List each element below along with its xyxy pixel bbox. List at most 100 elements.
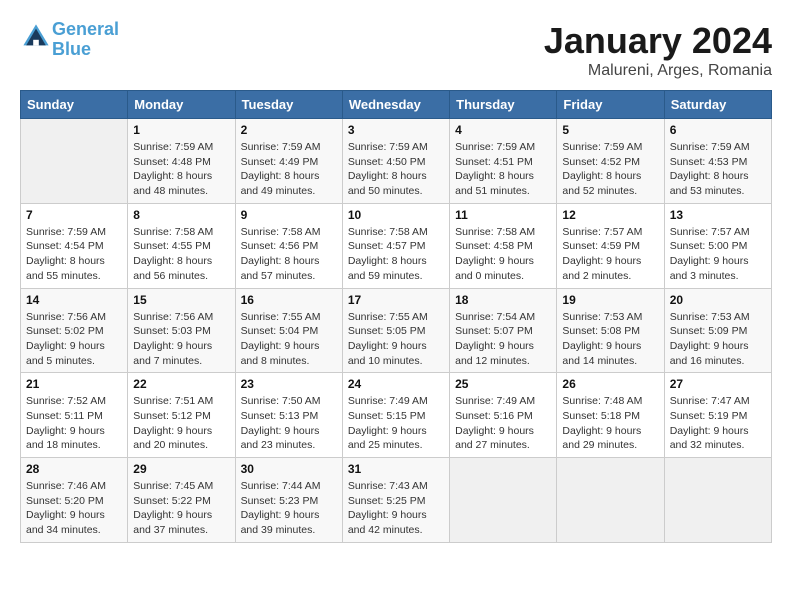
calendar-cell: 18Sunrise: 7:54 AM Sunset: 5:07 PM Dayli…	[450, 288, 557, 373]
calendar-cell: 1Sunrise: 7:59 AM Sunset: 4:48 PM Daylig…	[128, 119, 235, 204]
day-detail: Sunrise: 7:59 AM Sunset: 4:50 PM Dayligh…	[348, 140, 444, 199]
page-title: January 2024	[544, 20, 772, 62]
calendar-cell: 5Sunrise: 7:59 AM Sunset: 4:52 PM Daylig…	[557, 119, 664, 204]
calendar-cell: 2 Sunrise: 7:59 AM Sunset: 4:49 PM Daylig…	[235, 119, 342, 204]
weekday-header-sunday: Sunday	[21, 91, 128, 119]
day-number: 3	[348, 123, 444, 137]
day-detail: Sunrise: 7:58 AM Sunset: 4:57 PM Dayligh…	[348, 225, 444, 284]
calendar-week-1: 1Sunrise: 7:59 AM Sunset: 4:48 PM Daylig…	[21, 119, 772, 204]
day-number: 4	[455, 123, 551, 137]
calendar-cell: 19 Sunrise: 7:53 AM Sunset: 5:08 PM Dayli…	[557, 288, 664, 373]
day-number: 17	[348, 293, 444, 307]
calendar-cell: 13Sunrise: 7:57 AM Sunset: 5:00 PM Dayli…	[664, 203, 771, 288]
weekday-header-monday: Monday	[128, 91, 235, 119]
calendar-cell: 14Sunrise: 7:56 AM Sunset: 5:02 PM Dayli…	[21, 288, 128, 373]
logo-text-line2: Blue	[52, 40, 119, 60]
day-number: 19	[562, 293, 658, 307]
calendar-cell: 10 Sunrise: 7:58 AM Sunset: 4:57 PM Dayli…	[342, 203, 449, 288]
calendar-week-4: 21Sunrise: 7:52 AM Sunset: 5:11 PM Dayli…	[21, 373, 772, 458]
calendar-week-2: 7 Sunrise: 7:59 AM Sunset: 4:54 PM Daylig…	[21, 203, 772, 288]
day-detail: Sunrise: 7:44 AM Sunset: 5:23 PM Dayligh…	[241, 479, 337, 538]
day-number: 31	[348, 462, 444, 476]
day-number: 9	[241, 208, 337, 222]
day-detail: Sunrise: 7:55 AM Sunset: 5:05 PM Dayligh…	[348, 310, 444, 369]
calendar-cell: 22 Sunrise: 7:51 AM Sunset: 5:12 PM Dayli…	[128, 373, 235, 458]
calendar-cell: 17 Sunrise: 7:55 AM Sunset: 5:05 PM Dayli…	[342, 288, 449, 373]
calendar-cell: 15 Sunrise: 7:56 AM Sunset: 5:03 PM Dayli…	[128, 288, 235, 373]
calendar-cell: 8Sunrise: 7:58 AM Sunset: 4:55 PM Daylig…	[128, 203, 235, 288]
calendar-cell: 29Sunrise: 7:45 AM Sunset: 5:22 PM Dayli…	[128, 458, 235, 543]
day-detail: Sunrise: 7:47 AM Sunset: 5:19 PM Dayligh…	[670, 394, 766, 453]
day-number: 2	[241, 123, 337, 137]
calendar-cell	[664, 458, 771, 543]
day-number: 21	[26, 377, 122, 391]
calendar-table: SundayMondayTuesdayWednesdayThursdayFrid…	[20, 90, 772, 543]
day-detail: Sunrise: 7:59 AM Sunset: 4:54 PM Dayligh…	[26, 225, 122, 284]
logo-text-line1: General	[52, 20, 119, 40]
day-number: 1	[133, 123, 229, 137]
day-detail: Sunrise: 7:45 AM Sunset: 5:22 PM Dayligh…	[133, 479, 229, 538]
day-detail: Sunrise: 7:58 AM Sunset: 4:55 PM Dayligh…	[133, 225, 229, 284]
calendar-cell: 11Sunrise: 7:58 AM Sunset: 4:58 PM Dayli…	[450, 203, 557, 288]
day-number: 25	[455, 377, 551, 391]
weekday-header-thursday: Thursday	[450, 91, 557, 119]
calendar-week-3: 14Sunrise: 7:56 AM Sunset: 5:02 PM Dayli…	[21, 288, 772, 373]
day-detail: Sunrise: 7:57 AM Sunset: 4:59 PM Dayligh…	[562, 225, 658, 284]
calendar-week-5: 28 Sunrise: 7:46 AM Sunset: 5:20 PM Dayli…	[21, 458, 772, 543]
day-number: 16	[241, 293, 337, 307]
page-header: General Blue January 2024 Malureni, Arge…	[20, 20, 772, 80]
calendar-cell: 3 Sunrise: 7:59 AM Sunset: 4:50 PM Daylig…	[342, 119, 449, 204]
page-subtitle: Malureni, Arges, Romania	[544, 62, 772, 80]
calendar-body: 1Sunrise: 7:59 AM Sunset: 4:48 PM Daylig…	[21, 119, 772, 543]
day-detail: Sunrise: 7:54 AM Sunset: 5:07 PM Dayligh…	[455, 310, 551, 369]
calendar-cell: 7 Sunrise: 7:59 AM Sunset: 4:54 PM Daylig…	[21, 203, 128, 288]
calendar-cell: 30 Sunrise: 7:44 AM Sunset: 5:23 PM Dayli…	[235, 458, 342, 543]
calendar-cell: 24Sunrise: 7:49 AM Sunset: 5:15 PM Dayli…	[342, 373, 449, 458]
weekday-header-wednesday: Wednesday	[342, 91, 449, 119]
weekday-header-tuesday: Tuesday	[235, 91, 342, 119]
weekday-header-friday: Friday	[557, 91, 664, 119]
day-detail: Sunrise: 7:59 AM Sunset: 4:51 PM Dayligh…	[455, 140, 551, 199]
calendar-cell	[21, 119, 128, 204]
day-number: 5	[562, 123, 658, 137]
day-detail: Sunrise: 7:46 AM Sunset: 5:20 PM Dayligh…	[26, 479, 122, 538]
day-detail: Sunrise: 7:53 AM Sunset: 5:08 PM Dayligh…	[562, 310, 658, 369]
day-number: 22	[133, 377, 229, 391]
day-detail: Sunrise: 7:50 AM Sunset: 5:13 PM Dayligh…	[241, 394, 337, 453]
logo-icon	[22, 23, 50, 51]
day-detail: Sunrise: 7:59 AM Sunset: 4:53 PM Dayligh…	[670, 140, 766, 199]
calendar-cell: 20 Sunrise: 7:53 AM Sunset: 5:09 PM Dayli…	[664, 288, 771, 373]
day-detail: Sunrise: 7:57 AM Sunset: 5:00 PM Dayligh…	[670, 225, 766, 284]
day-detail: Sunrise: 7:51 AM Sunset: 5:12 PM Dayligh…	[133, 394, 229, 453]
day-number: 20	[670, 293, 766, 307]
day-detail: Sunrise: 7:59 AM Sunset: 4:49 PM Dayligh…	[241, 140, 337, 199]
logo: General Blue	[20, 20, 119, 60]
day-number: 15	[133, 293, 229, 307]
calendar-cell: 12 Sunrise: 7:57 AM Sunset: 4:59 PM Dayli…	[557, 203, 664, 288]
calendar-cell: 23 Sunrise: 7:50 AM Sunset: 5:13 PM Dayli…	[235, 373, 342, 458]
day-number: 24	[348, 377, 444, 391]
calendar-cell: 9Sunrise: 7:58 AM Sunset: 4:56 PM Daylig…	[235, 203, 342, 288]
calendar-cell: 4 Sunrise: 7:59 AM Sunset: 4:51 PM Daylig…	[450, 119, 557, 204]
day-number: 26	[562, 377, 658, 391]
day-detail: Sunrise: 7:58 AM Sunset: 4:58 PM Dayligh…	[455, 225, 551, 284]
day-number: 6	[670, 123, 766, 137]
day-number: 27	[670, 377, 766, 391]
day-number: 7	[26, 208, 122, 222]
title-block: January 2024 Malureni, Arges, Romania	[544, 20, 772, 80]
day-detail: Sunrise: 7:53 AM Sunset: 5:09 PM Dayligh…	[670, 310, 766, 369]
day-number: 12	[562, 208, 658, 222]
day-number: 10	[348, 208, 444, 222]
day-detail: Sunrise: 7:43 AM Sunset: 5:25 PM Dayligh…	[348, 479, 444, 538]
day-number: 23	[241, 377, 337, 391]
weekday-header-row: SundayMondayTuesdayWednesdayThursdayFrid…	[21, 91, 772, 119]
calendar-cell: 27 Sunrise: 7:47 AM Sunset: 5:19 PM Dayli…	[664, 373, 771, 458]
calendar-cell: 6 Sunrise: 7:59 AM Sunset: 4:53 PM Daylig…	[664, 119, 771, 204]
calendar-cell: 25Sunrise: 7:49 AM Sunset: 5:16 PM Dayli…	[450, 373, 557, 458]
weekday-header-saturday: Saturday	[664, 91, 771, 119]
day-detail: Sunrise: 7:56 AM Sunset: 5:03 PM Dayligh…	[133, 310, 229, 369]
day-number: 30	[241, 462, 337, 476]
calendar-cell: 21Sunrise: 7:52 AM Sunset: 5:11 PM Dayli…	[21, 373, 128, 458]
day-number: 28	[26, 462, 122, 476]
day-detail: Sunrise: 7:56 AM Sunset: 5:02 PM Dayligh…	[26, 310, 122, 369]
